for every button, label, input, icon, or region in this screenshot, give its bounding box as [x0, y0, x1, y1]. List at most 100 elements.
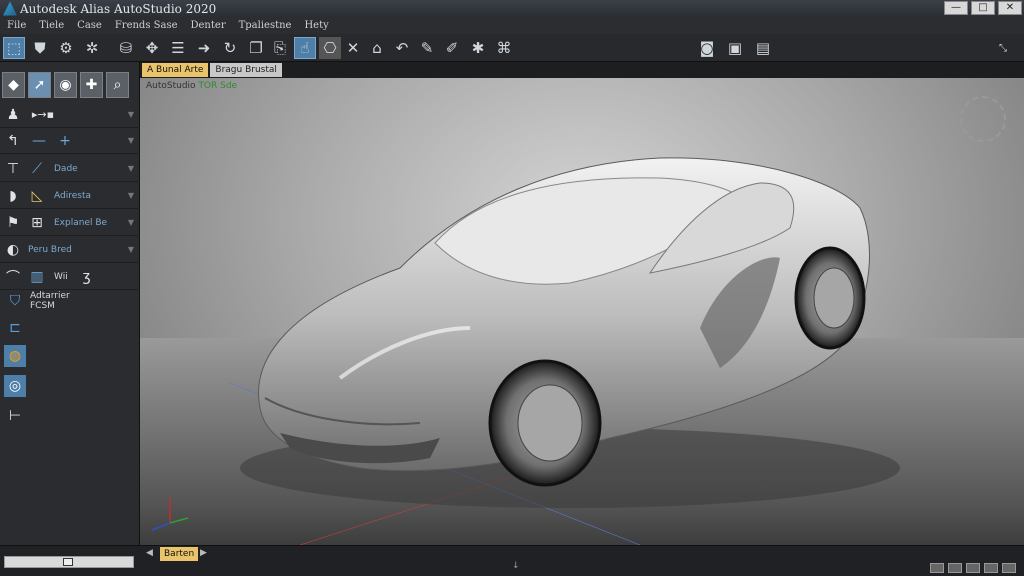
copy-icon[interactable]: ❐ [245, 37, 267, 59]
slash-icon: ⟋ [32, 160, 42, 177]
alias-logo-icon [3, 1, 17, 16]
menu-denter[interactable]: Denter [184, 20, 232, 31]
house-icon[interactable]: ⌂ [366, 37, 388, 59]
rotate-icon[interactable]: ↻ [219, 37, 241, 59]
pin-icon[interactable]: ◆ [2, 72, 25, 98]
minimize-button[interactable]: — [944, 1, 968, 15]
plus-icon: + [59, 132, 71, 149]
eye-icon[interactable]: ◉ [54, 72, 77, 98]
chevron-down-icon: ▼ [127, 218, 134, 227]
palette-tab-icons: ◆ ➚ ◉ ✚ ⌕ [0, 72, 140, 102]
palette-row-explanel[interactable]: ⚑ ⊞ Explanel Be ▼ [0, 210, 140, 236]
palette-label-adiresta: Adiresta [54, 190, 91, 201]
3d-viewport[interactable]: AutoStudio TOR Sde [140, 78, 1024, 545]
front-rim [517, 384, 583, 462]
pen-icon[interactable]: ✎ [416, 37, 438, 59]
view-b-icon[interactable]: ▣ [724, 37, 746, 59]
shield-icon[interactable]: ⛊ [29, 37, 51, 59]
layout-e-icon[interactable] [1002, 563, 1016, 573]
transform-icon[interactable]: ✥ [141, 37, 163, 59]
gear-icon[interactable]: ⚙ [55, 37, 77, 59]
triangle-icon: ◺ [31, 187, 43, 204]
table-icon: ⊤ [6, 160, 20, 177]
menu-case[interactable]: Case [70, 20, 108, 31]
book-icon: ▥ [30, 268, 44, 285]
camera-icon[interactable]: ⎔ [319, 37, 341, 59]
status-button[interactable]: Barten [160, 547, 199, 561]
lasso-icon: ⌒ [6, 269, 20, 286]
paste-icon[interactable]: ⎘ [269, 37, 291, 59]
magnify-icon[interactable]: ⌕ [106, 72, 129, 98]
person-icon: ♟ [6, 106, 20, 123]
menu-file[interactable]: File [0, 20, 32, 31]
expand-icon[interactable]: ⤡ [992, 37, 1014, 59]
layout-b-icon[interactable] [948, 563, 962, 573]
line-icon: — [32, 132, 46, 149]
chevron-down-icon[interactable]: ↓ [512, 561, 520, 571]
palette-label-adtarrier[interactable]: Adtarrier [30, 291, 70, 301]
chevron-down-icon: ▼ [127, 245, 134, 254]
palette-row-dade[interactable]: ⊤ ⟋ Dade ▼ [0, 156, 140, 182]
menu-frends-sase[interactable]: Frends Sase [108, 20, 184, 31]
tab-bunal-arte[interactable]: A Bunal Arte [142, 63, 209, 77]
globe-icon[interactable]: ◎ [4, 375, 26, 397]
menu-bar: File Tiele Case Frends Sase Denter Tpali… [0, 17, 1024, 34]
tree-icon[interactable]: ⊢ [4, 405, 26, 427]
palette-row-6[interactable]: ⌒ ▥ Wii ʒ [0, 264, 140, 290]
swirl-icon[interactable]: ◍ [4, 345, 26, 367]
circle-split-icon: ◐ [6, 241, 20, 258]
menu-hety[interactable]: Hety [297, 20, 334, 31]
star-icon[interactable]: ✱ [467, 37, 489, 59]
palette-row-1[interactable]: ♟ ▸→▪ ▼ [0, 102, 140, 128]
axis-gizmo-icon [151, 498, 189, 531]
palette-scrollbar[interactable] [4, 556, 134, 568]
palette-small-labels: Adtarrier FCSM [30, 291, 70, 311]
palette-row-adiresta[interactable]: ◗ ◺ Adiresta ▼ [0, 183, 140, 209]
close-button[interactable]: ✕ [998, 1, 1022, 15]
view-c-icon[interactable]: ▤ [752, 37, 774, 59]
vessel-icon[interactable]: ⛁ [115, 37, 137, 59]
window-controls: — □ ✕ [944, 1, 1022, 15]
wrench-icon[interactable]: ✚ [80, 72, 103, 98]
select-icon[interactable]: ☝ [294, 37, 316, 59]
car-model [151, 157, 900, 545]
grid-icon: ⊞ [31, 214, 43, 231]
layout-d-icon[interactable] [984, 563, 998, 573]
tool-palette: ◆ ➚ ◉ ✚ ⌕ ♟ ▸→▪ ▼ ↰ — + ▼ ⊤ ⟋ Dade ▼ ◗ ◺… [0, 62, 140, 548]
arrow-right-icon[interactable]: ➜ [193, 37, 215, 59]
palette-label-explanel: Explanel Be [54, 217, 108, 228]
scrollbar-thumb[interactable] [63, 558, 73, 566]
curve-icon: ◗ [9, 187, 17, 204]
palette-row-2[interactable]: ↰ — + ▼ [0, 128, 140, 154]
chevron-down-icon: ▼ [127, 110, 134, 119]
maximize-button[interactable]: □ [971, 1, 995, 15]
bucket-icon[interactable]: ⛉ [4, 290, 26, 312]
chevron-down-icon: ▼ [127, 136, 134, 145]
title-bar: Autodesk Alias AutoStudio 2020 — □ ✕ [0, 0, 1024, 17]
corner-icon: ↰ [7, 132, 19, 149]
menu-tiele[interactable]: Tiele [32, 20, 70, 31]
next-arrow-icon[interactable]: ▶ [200, 548, 207, 558]
chevron-down-icon: ▼ [127, 191, 134, 200]
cursor-icon[interactable]: ➚ [28, 72, 51, 98]
cross-icon[interactable]: ✕ [342, 37, 364, 59]
palette-label-dade: Dade [54, 163, 78, 174]
menu-tpaliestne[interactable]: Tpaliestne [232, 20, 298, 31]
settings-icon[interactable]: ✲ [81, 37, 103, 59]
palette-label-wii: Wii [54, 271, 68, 282]
step-icon: ʒ [82, 268, 91, 285]
layout-a-icon[interactable] [930, 563, 944, 573]
arrow-chain-icon: ▸→▪ [31, 108, 55, 121]
tab-bragu-brustal[interactable]: Bragu Brustal [210, 63, 282, 77]
connect-icon[interactable]: ⊏ [4, 317, 26, 339]
align-icon[interactable]: ☰ [167, 37, 189, 59]
palette-row-peru[interactable]: ◐ Peru Bred ▼ [0, 237, 140, 263]
view-a-icon[interactable]: ◙ [696, 37, 718, 59]
prev-arrow-icon[interactable]: ◀ [146, 548, 153, 558]
brush-icon[interactable]: ✐ [441, 37, 463, 59]
pick-icon[interactable]: ⬚ [3, 37, 25, 59]
palette-label-fcsm[interactable]: FCSM [30, 301, 70, 311]
layout-c-icon[interactable] [966, 563, 980, 573]
node-icon[interactable]: ⌘ [493, 37, 515, 59]
undo-icon[interactable]: ↶ [391, 37, 413, 59]
